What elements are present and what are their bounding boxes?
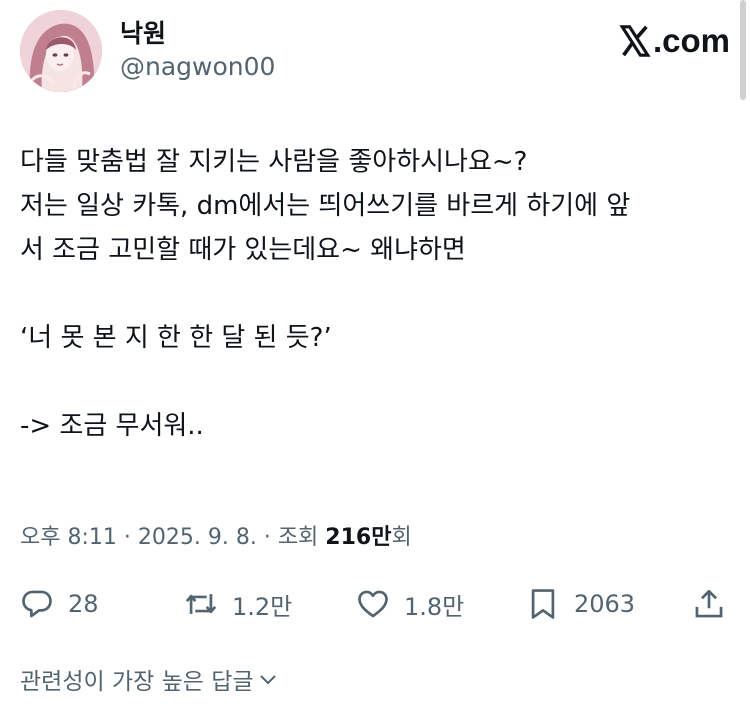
views-count: 216만 bbox=[325, 525, 392, 550]
post-line bbox=[20, 272, 730, 316]
bookmark-button[interactable]: 2063 bbox=[526, 582, 635, 626]
scrollbar[interactable] bbox=[740, 0, 746, 100]
x-logo-icon bbox=[619, 25, 651, 57]
share-icon bbox=[695, 589, 723, 618]
author-info: 낙원 @nagwon00 bbox=[120, 18, 275, 84]
reply-count: 28 bbox=[68, 590, 99, 618]
share-button[interactable] bbox=[692, 582, 726, 626]
avatar[interactable] bbox=[20, 10, 102, 92]
post-header: 낙원 @nagwon00 .com bbox=[20, 10, 730, 94]
repost-button[interactable]: 1.2만 bbox=[184, 582, 292, 626]
chevron-down-icon bbox=[259, 675, 276, 685]
handle[interactable]: @nagwon00 bbox=[120, 50, 275, 84]
post-line: 저는 일상 카톡, dm에서는 띄어쓰기를 바르게 하기에 앞 bbox=[20, 191, 631, 221]
views-label: 조회 bbox=[277, 525, 326, 550]
like-button[interactable]: 1.8만 bbox=[356, 582, 464, 626]
views-suffix: 회 bbox=[391, 525, 412, 550]
display-name[interactable]: 낙원 bbox=[120, 18, 275, 50]
meta-separator: · bbox=[256, 525, 278, 550]
brand-label: .com bbox=[652, 22, 730, 59]
post-line: 다들 맞춤법 잘 지키는 사람을 좋아하시나요~? bbox=[20, 147, 528, 177]
like-count: 1.8만 bbox=[404, 592, 465, 621]
replies-sort-label: 관련성이 가장 높은 답글 bbox=[20, 669, 254, 695]
post-time[interactable]: 오후 8:11 bbox=[20, 525, 117, 550]
post-line: 서 조금 고민할 때가 있는데요~ 왜냐하면 bbox=[20, 235, 466, 265]
post-line: ‘너 못 본 지 한 한 달 된 듯?’ bbox=[20, 323, 332, 353]
post-line: -> 조금 무서워.. bbox=[20, 411, 204, 441]
post-text: 다들 맞춤법 잘 지키는 사람을 좋아하시나요~? 저는 일상 카톡, dm에서… bbox=[20, 140, 730, 448]
repost-icon bbox=[185, 594, 217, 614]
bookmark-icon bbox=[531, 589, 555, 619]
reply-button[interactable]: 28 bbox=[20, 582, 99, 626]
like-icon bbox=[358, 590, 388, 618]
avatar-illustration bbox=[20, 10, 102, 92]
replies-sort-dropdown[interactable]: 관련성이 가장 높은 답글 bbox=[20, 662, 280, 696]
repost-count: 1.2만 bbox=[232, 592, 293, 621]
meta-separator: · bbox=[116, 525, 138, 550]
post-meta: 오후 8:11 · 2025. 9. 8. · 조회 216만회 bbox=[20, 520, 412, 556]
post-line bbox=[20, 360, 730, 404]
action-bar: 28 1.2만 1.8만 2063 bbox=[20, 582, 730, 626]
post-date[interactable]: 2025. 9. 8. bbox=[138, 525, 257, 550]
xcom-brand[interactable]: .com bbox=[618, 22, 730, 60]
reply-icon bbox=[22, 590, 52, 618]
bookmark-count: 2063 bbox=[574, 590, 636, 618]
